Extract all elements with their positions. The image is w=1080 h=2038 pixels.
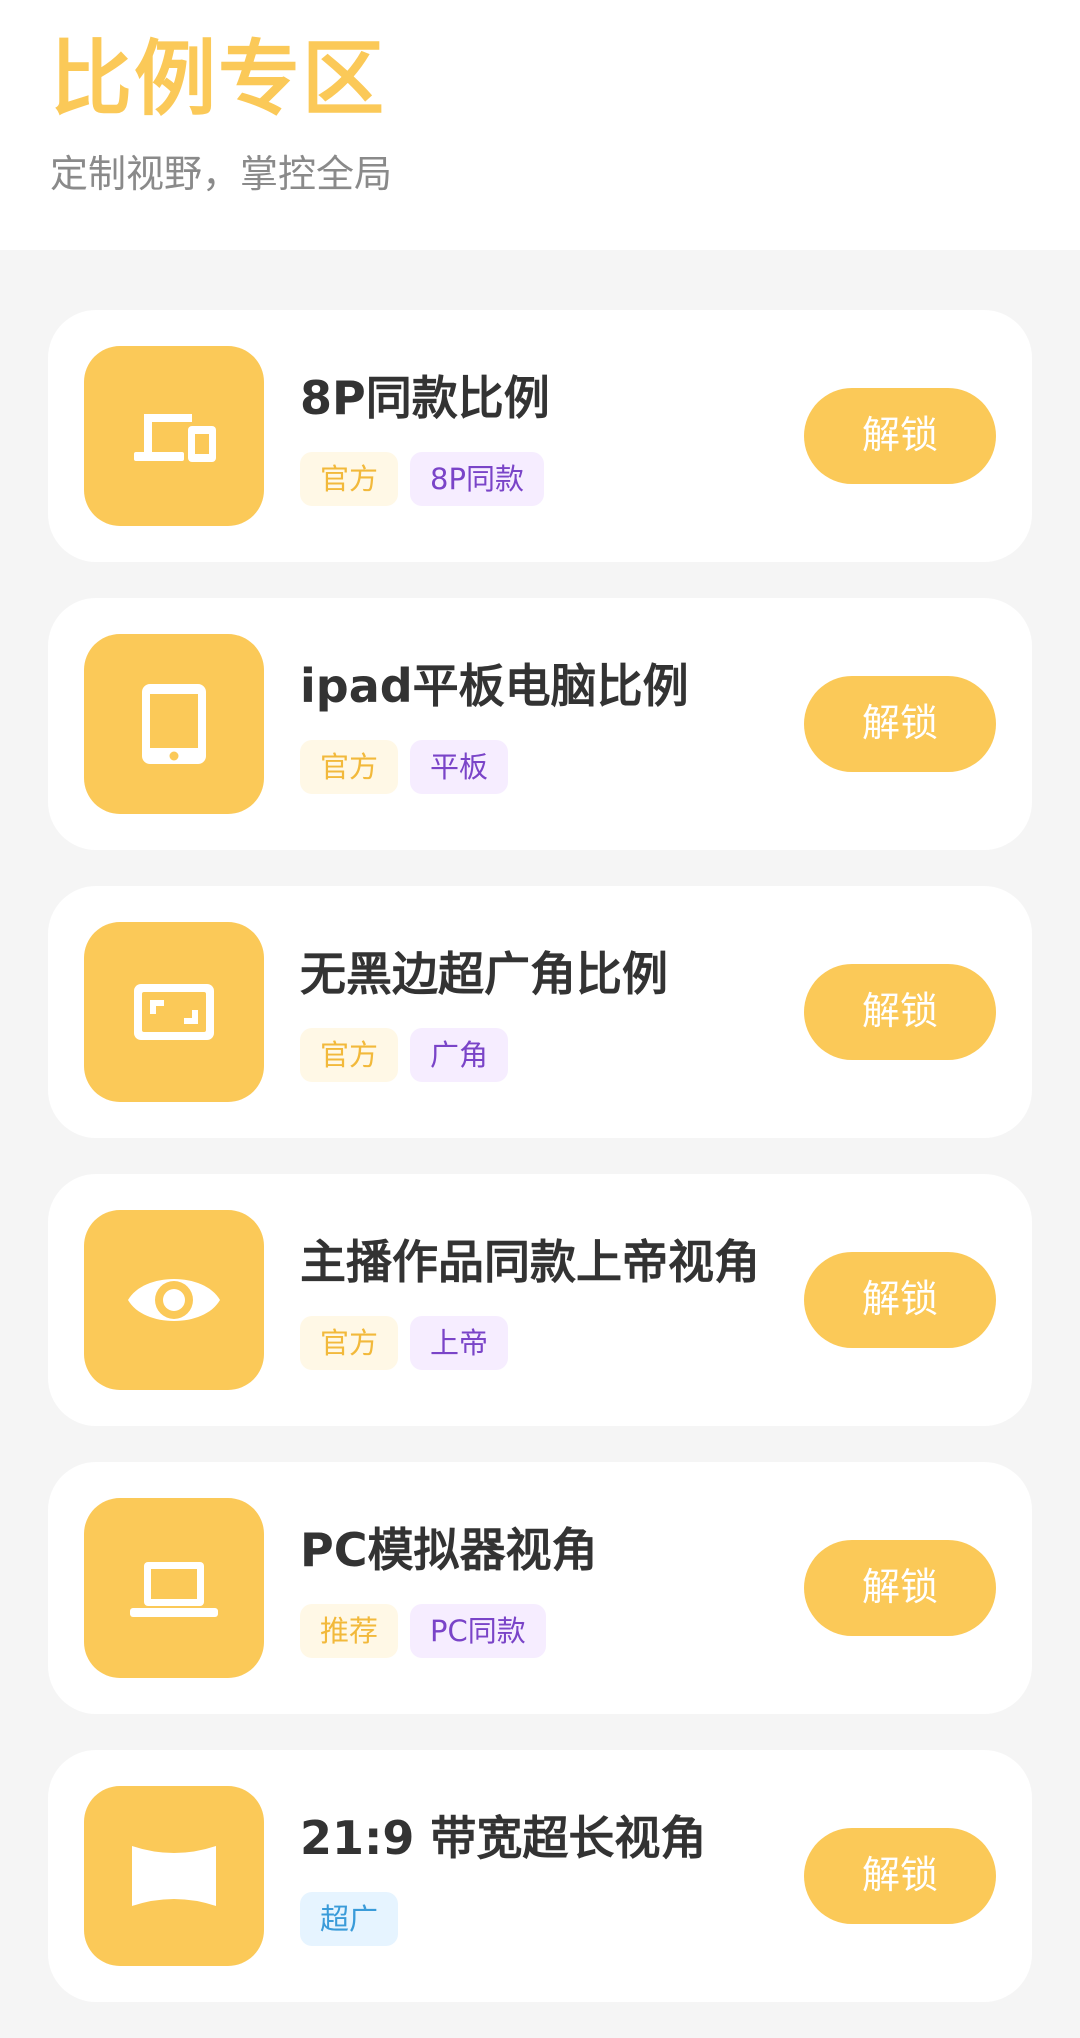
tag: 官方 [300,740,399,794]
card-title: ipad平板电脑比例 [300,659,689,713]
tag: 平板 [410,740,509,794]
tablet-icon [84,634,264,814]
tag-list: 推荐 PC同款 [300,1604,546,1658]
laptop-icon [84,1498,264,1678]
unlock-button[interactable]: 解锁 [804,1252,996,1348]
tag: 8P同款 [410,452,544,506]
unlock-button[interactable]: 解锁 [804,676,996,772]
tag: 推荐 [300,1604,399,1658]
unlock-button[interactable]: 解锁 [804,388,996,484]
ratio-card: ipad平板电脑比例 官方 平板 解锁 [48,598,1032,850]
card-title: 主播作品同款上帝视角 [300,1235,760,1289]
eye-icon [84,1210,264,1390]
ratio-card: 无黑边超广角比例 官方 广角 解锁 [48,886,1032,1138]
devices-icon [84,346,264,526]
unlock-button[interactable]: 解锁 [804,1828,996,1924]
tag-list: 官方 广角 [300,1028,509,1082]
card-title: 8P同款比例 [300,371,550,425]
ratio-list: 8P同款比例 官方 8P同款 解锁 ipad平板电脑比例 官方 平板 解锁 无黑边超广角比例 官方… [48,310,1032,2038]
tag: 超广 [300,1892,399,1946]
tag-list: 官方 上帝 [300,1316,509,1370]
ratio-card: PC模拟器视角 推荐 PC同款 解锁 [48,1462,1032,1714]
tag-list: 超广 [300,1892,399,1946]
page-subtitle: 定制视野，掌控全局 [50,152,393,196]
ratio-card: 21:9 带宽超长视角 超广 解锁 [48,1750,1032,2002]
tag: 上帝 [410,1316,509,1370]
tag-list: 官方 平板 [300,740,509,794]
card-title: 21:9 带宽超长视角 [300,1811,707,1865]
unlock-button[interactable]: 解锁 [804,964,996,1060]
ratio-card: 8P同款比例 官方 8P同款 解锁 [48,310,1032,562]
unlock-button[interactable]: 解锁 [804,1540,996,1636]
tag: 广角 [410,1028,509,1082]
tag: 官方 [300,452,399,506]
aspect-ratio-icon [84,922,264,1102]
tag: 官方 [300,1028,399,1082]
page-header: 比例专区 定制视野，掌控全局 [0,0,1080,250]
ratio-card: 主播作品同款上帝视角 官方 上帝 解锁 [48,1174,1032,1426]
page-title: 比例专区 [50,32,387,127]
card-title: 无黑边超广角比例 [300,947,668,1001]
tag: PC同款 [410,1604,546,1658]
tag-list: 官方 8P同款 [300,452,544,506]
panorama-icon [84,1786,264,1966]
tag: 官方 [300,1316,399,1370]
card-title: PC模拟器视角 [300,1523,598,1577]
